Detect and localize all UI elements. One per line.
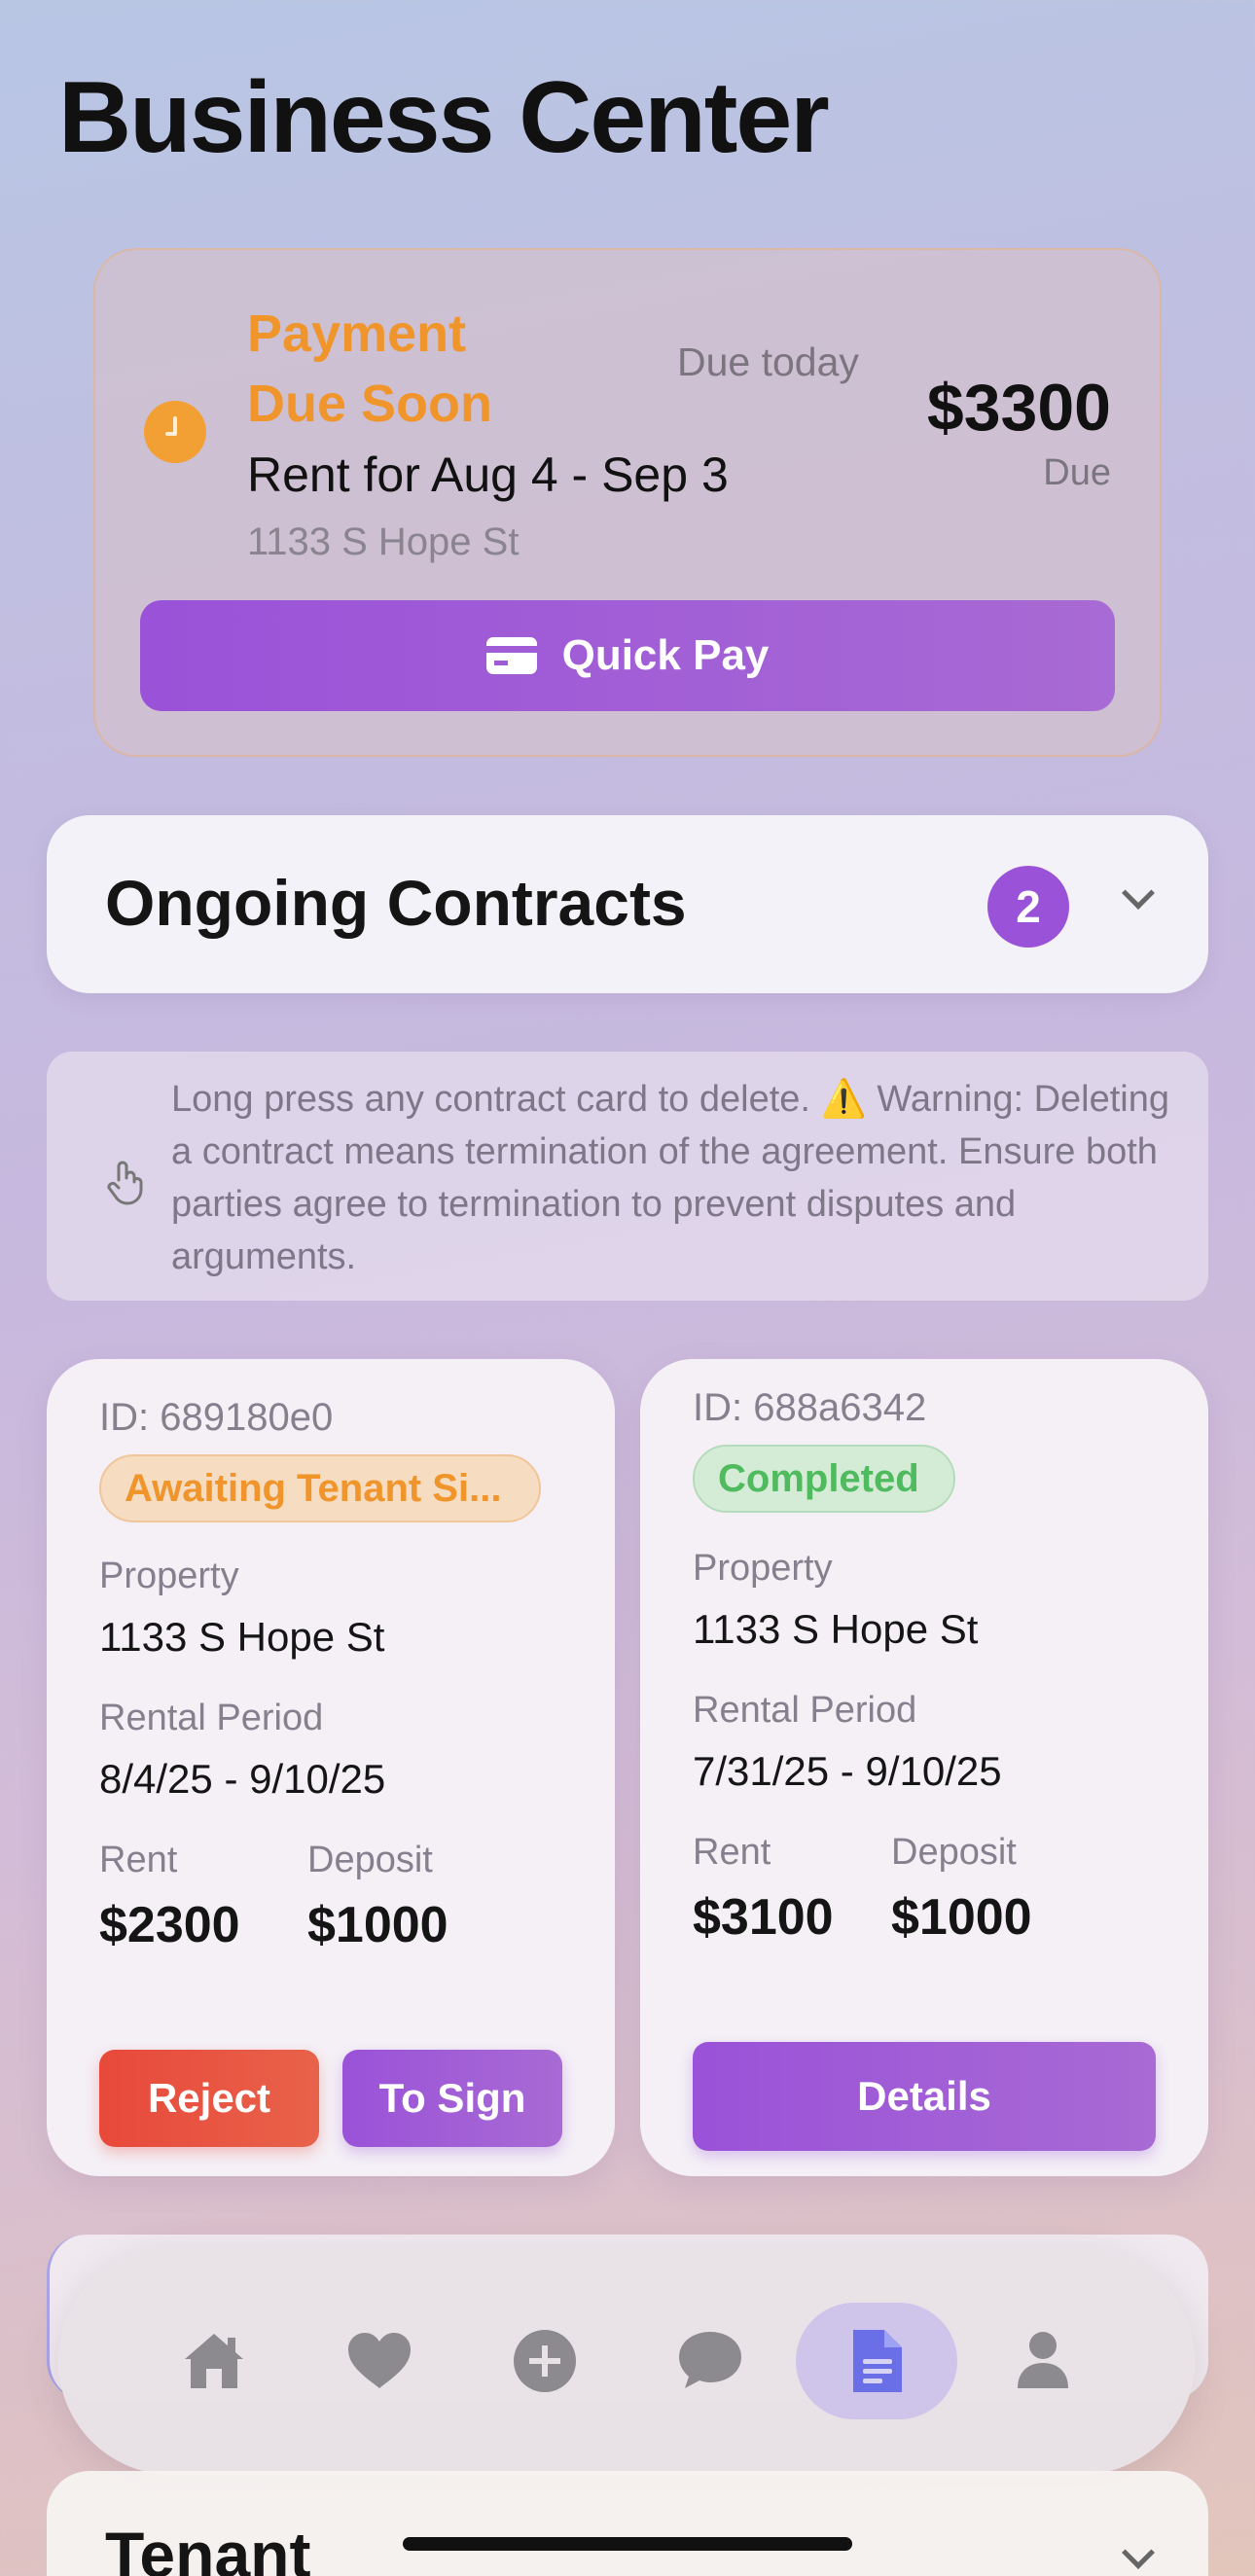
clock-icon bbox=[144, 401, 206, 463]
tab-favorites[interactable] bbox=[321, 2303, 438, 2419]
status-badge: Completed bbox=[693, 1445, 955, 1513]
deposit-value: $1000 bbox=[891, 1889, 1032, 1946]
chevron-down-icon[interactable] bbox=[1122, 877, 1155, 910]
tab-profile[interactable] bbox=[985, 2303, 1101, 2419]
chat-bubble-icon bbox=[679, 2332, 741, 2388]
status-badge: Awaiting Tenant Si... bbox=[99, 1454, 541, 1522]
property-label: Property bbox=[99, 1556, 239, 1596]
payment-address: 1133 S Hope St bbox=[247, 520, 520, 563]
rent-label: Rent bbox=[99, 1840, 178, 1880]
rental-period-value: 8/4/25 - 9/10/25 bbox=[99, 1756, 386, 1802]
contract-id: ID: 688a6342 bbox=[693, 1386, 927, 1429]
page-title: Business Center bbox=[58, 61, 830, 174]
rent-label: Rent bbox=[693, 1832, 771, 1873]
rent-value: $3100 bbox=[693, 1889, 834, 1946]
person-icon bbox=[1018, 2332, 1068, 2388]
heart-icon bbox=[348, 2333, 411, 2388]
credit-card-icon bbox=[485, 637, 537, 674]
section-title: Tenant bbox=[105, 2519, 311, 2576]
rental-period-value: 7/31/25 - 9/10/25 bbox=[693, 1748, 1002, 1794]
reject-button[interactable]: Reject bbox=[99, 2050, 319, 2147]
payment-due-card[interactable]: Payment Due Soon Due today $3300 Due Ren… bbox=[93, 248, 1162, 757]
tab-contracts[interactable] bbox=[796, 2303, 957, 2419]
tab-home[interactable] bbox=[156, 2303, 272, 2419]
payment-amount: $3300 bbox=[926, 371, 1111, 445]
ongoing-contracts-header[interactable]: Ongoing Contracts 2 bbox=[47, 815, 1208, 993]
delete-hint-banner: Long press any contract card to delete. … bbox=[47, 1052, 1208, 1301]
details-button[interactable]: Details bbox=[693, 2042, 1156, 2151]
rental-period-label: Rental Period bbox=[693, 1690, 917, 1731]
hint-text: Long press any contract card to delete. … bbox=[171, 1079, 1169, 1277]
contract-card[interactable]: ID: 689180e0 Awaiting Tenant Si... Prope… bbox=[47, 1359, 615, 2176]
tenant-section-header[interactable]: Tenant bbox=[47, 2471, 1208, 2576]
quick-pay-button[interactable]: Quick Pay bbox=[140, 600, 1115, 711]
property-value: 1133 S Hope St bbox=[693, 1606, 979, 1652]
chevron-down-icon[interactable] bbox=[1122, 2536, 1155, 2569]
section-title: Ongoing Contracts bbox=[105, 867, 687, 939]
payment-description: Rent for Aug 4 - Sep 3 bbox=[247, 447, 729, 502]
plus-circle-icon bbox=[514, 2330, 576, 2392]
to-sign-button[interactable]: To Sign bbox=[342, 2050, 562, 2147]
contract-id: ID: 689180e0 bbox=[99, 1396, 334, 1439]
property-label: Property bbox=[693, 1548, 833, 1589]
tab-bar bbox=[58, 2247, 1195, 2475]
rental-period-label: Rental Period bbox=[99, 1698, 324, 1738]
hand-tap-icon bbox=[105, 1159, 143, 1205]
property-value: 1133 S Hope St bbox=[99, 1614, 385, 1660]
deposit-value: $1000 bbox=[307, 1897, 448, 1953]
deposit-label: Deposit bbox=[891, 1832, 1017, 1873]
contract-count-badge: 2 bbox=[987, 866, 1069, 948]
contract-card[interactable]: ID: 688a6342 Completed Property 1133 S H… bbox=[640, 1359, 1208, 2176]
document-icon bbox=[853, 2330, 902, 2392]
tab-add[interactable] bbox=[486, 2303, 603, 2419]
tab-messages[interactable] bbox=[652, 2303, 769, 2419]
rent-value: $2300 bbox=[99, 1897, 240, 1953]
due-date-label: Due today bbox=[677, 340, 859, 384]
payment-status: Payment Due Soon bbox=[247, 304, 492, 433]
quick-pay-label: Quick Pay bbox=[561, 631, 770, 679]
home-indicator[interactable] bbox=[403, 2537, 852, 2551]
deposit-label: Deposit bbox=[307, 1840, 433, 1880]
home-icon bbox=[185, 2334, 243, 2388]
payment-amount-suffix: Due bbox=[1043, 452, 1111, 493]
